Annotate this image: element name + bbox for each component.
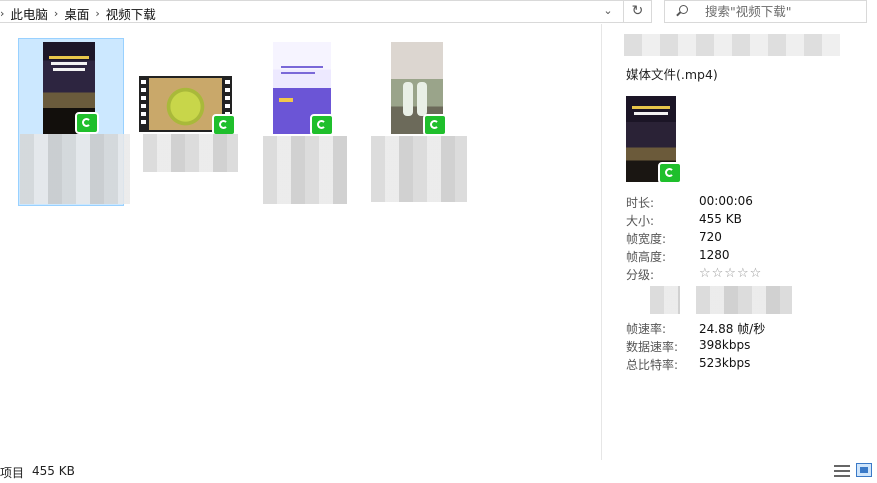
app-badge-icon	[423, 114, 447, 136]
app-badge-icon	[310, 114, 334, 136]
breadcrumb-separator-icon[interactable]: ›	[54, 7, 58, 20]
file-type: 媒体文件(.mp4)	[626, 67, 718, 82]
prop-value: 398kbps	[699, 338, 751, 352]
breadcrumb-video-download[interactable]: 视频下载	[106, 4, 156, 23]
prop-key: 分级:	[626, 268, 655, 282]
file-name-obscured	[371, 136, 467, 202]
prop-key: 帧宽度:	[626, 232, 667, 246]
file-name-obscured	[143, 134, 238, 172]
breadcrumb: › 此电脑 › 桌面 › 视频下载	[0, 4, 156, 23]
app-badge-icon	[212, 114, 236, 136]
rating-stars-icon[interactable]: ☆☆☆☆☆	[699, 266, 762, 281]
prop-value: 455 KB	[699, 212, 742, 226]
prop-value: 00:00:06	[699, 194, 753, 208]
details-view-icon[interactable]	[834, 465, 850, 477]
details-pane: 媒体文件(.mp4) 时长: 00:00:06 大小: 455 KB 帧宽度: …	[601, 24, 877, 460]
file-title-obscured	[624, 34, 840, 56]
breadcrumb-separator-icon[interactable]: ›	[95, 7, 99, 20]
prop-key: 帧速率:	[626, 322, 667, 336]
large-icons-view-icon[interactable]	[856, 463, 872, 477]
prop-key: 数据速率:	[626, 340, 679, 354]
chevron-down-icon[interactable]: ⌄	[598, 4, 618, 20]
breadcrumb-this-pc[interactable]: 此电脑	[10, 4, 48, 23]
prop-value: 24.88 帧/秒	[699, 322, 766, 336]
search-placeholder: 搜索"视频下载"	[705, 4, 792, 19]
prop-key: 帧高度:	[626, 250, 667, 264]
prop-obscured-key	[650, 286, 680, 314]
search-input[interactable]: 搜索"视频下载"	[664, 0, 867, 23]
top-bar: › 此电脑 › 桌面 › 视频下载 ⌄ ↻ 搜索"视频下载"	[0, 0, 877, 24]
app-badge-icon	[658, 162, 682, 184]
app-badge-icon	[75, 112, 99, 134]
breadcrumb-desktop[interactable]: 桌面	[64, 4, 89, 23]
file-list	[0, 24, 600, 460]
prop-key: 时长:	[626, 196, 655, 210]
prop-key: 总比特率:	[626, 358, 679, 372]
refresh-icon[interactable]: ↻	[624, 0, 652, 23]
search-icon	[679, 5, 688, 14]
status-bar: 项目 455 KB	[0, 460, 877, 483]
status-items-label: 项目	[0, 466, 25, 480]
status-size: 455 KB	[32, 464, 75, 478]
prop-value: 720	[699, 230, 722, 244]
address-bar[interactable]: › 此电脑 › 桌面 › 视频下载 ⌄	[0, 0, 624, 23]
breadcrumb-chevron-icon[interactable]: ›	[0, 7, 4, 20]
prop-value: 1280	[699, 248, 730, 262]
file-name-obscured	[20, 134, 130, 204]
prop-obscured-value	[696, 286, 792, 314]
prop-value: 523kbps	[699, 356, 751, 370]
file-name-obscured	[263, 136, 347, 204]
prop-key: 大小:	[626, 214, 655, 228]
